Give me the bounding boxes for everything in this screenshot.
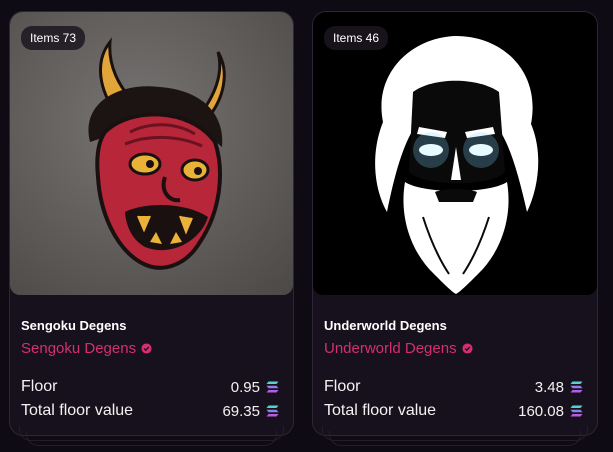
floor-row: Floor 0.95	[21, 378, 279, 396]
total-floor-row: Total floor value 69.35	[21, 402, 279, 420]
floor-row: Floor 3.48	[324, 378, 583, 396]
collection-link-label: Underworld Degens	[324, 340, 457, 357]
collection-title: Underworld Degens	[324, 318, 447, 333]
collection-link[interactable]: Sengoku Degens	[21, 340, 152, 357]
collection-link-label: Sengoku Degens	[21, 340, 137, 357]
floor-label: Floor	[324, 378, 361, 395]
total-floor-label: Total floor value	[324, 402, 437, 419]
collection-card-underworld[interactable]: Items 46 Underworld Degens Underworld De…	[312, 11, 598, 446]
items-count-badge: Items 46	[324, 26, 389, 50]
floor-value: 0.95	[230, 378, 260, 396]
collection-image[interactable]: Items 73	[10, 12, 293, 295]
floor-label: Floor	[21, 378, 58, 395]
card-stack-edge	[26, 431, 277, 446]
solana-icon	[266, 405, 279, 417]
collection-title: Sengoku Degens	[21, 318, 127, 333]
solana-icon	[266, 381, 279, 393]
items-count-badge: Items 73	[21, 26, 86, 50]
collection-link[interactable]: Underworld Degens	[324, 340, 473, 357]
total-floor-label: Total floor value	[21, 402, 134, 419]
solana-icon	[570, 381, 583, 393]
verified-icon	[141, 343, 152, 354]
verified-icon	[462, 343, 473, 354]
card-stack-edge	[329, 431, 581, 446]
collection-card-sengoku[interactable]: Items 73 Sengoku Degens Sengoku Degens F…	[9, 11, 294, 446]
total-floor-value: 160.08	[518, 402, 564, 420]
floor-value: 3.48	[534, 378, 564, 396]
total-floor-value: 69.35	[222, 402, 260, 420]
collection-image[interactable]: Items 46	[313, 12, 597, 295]
oni-mask-image	[88, 37, 226, 270]
solana-icon	[570, 405, 583, 417]
total-floor-row: Total floor value 160.08	[324, 402, 583, 420]
bearded-face-image	[375, 36, 539, 294]
